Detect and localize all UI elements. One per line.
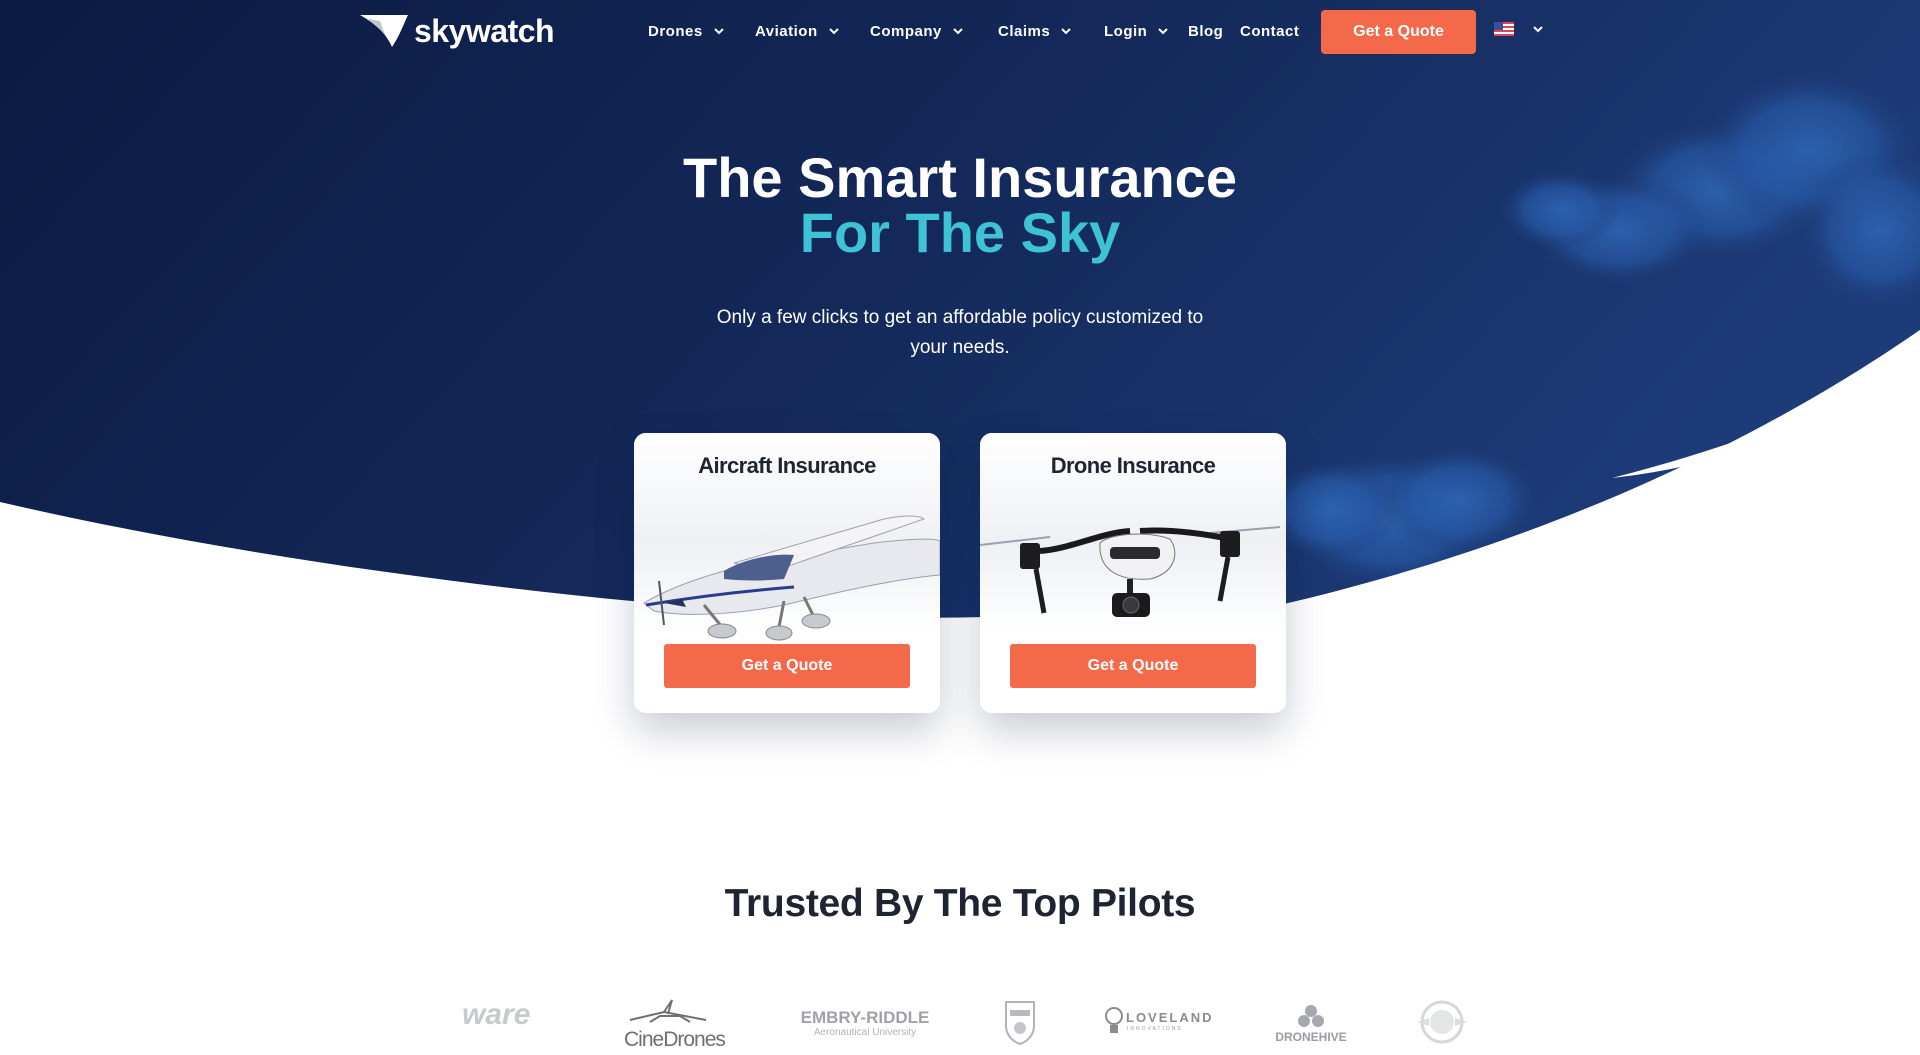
partner-logo-loveland: LOVELAND INNOVATIONS [1104, 1006, 1224, 1040]
hero-title-line1: The Smart Insurance [683, 146, 1237, 209]
skywatch-logo-icon [360, 15, 408, 47]
nav-contact[interactable]: Contact [1240, 20, 1299, 42]
partner-logo-embry-riddle: EMBRY-RIDDLE Aeronautical University [790, 1008, 940, 1038]
chevron-down-icon [1533, 26, 1543, 33]
card-title: Aircraft Insurance [698, 453, 876, 478]
chevron-down-icon [1061, 28, 1071, 35]
loveland-subtext: INNOVATIONS [1127, 1026, 1183, 1032]
drone-image [980, 526, 1281, 617]
nav-contact-label: Contact [1240, 22, 1300, 40]
nav-company-label: Company [870, 22, 942, 40]
nav-aviation[interactable]: Aviation [755, 20, 840, 42]
chevron-down-icon [1158, 28, 1169, 35]
aircraft-get-quote-button[interactable]: Get a Quote [664, 644, 910, 688]
nav-login-label: Login [1104, 22, 1148, 40]
dronehive-text: DRONEHIVE [1275, 1030, 1347, 1044]
skywatch-logo[interactable]: skywatch [360, 13, 555, 49]
chevron-down-icon [953, 28, 963, 35]
drone-insurance-card: Drone Insurance Get a Quote [980, 433, 1286, 713]
nav-claims-label: Claims [998, 22, 1051, 40]
embry-riddle-text: EMBRY-RIDDLE [800, 1008, 930, 1027]
chevron-down-icon [713, 28, 724, 35]
aircraft-insurance-card: Aircraft Insurance Get a Quote [634, 433, 940, 713]
nav-blog[interactable]: Blog [1188, 20, 1223, 42]
cinedrones-drone-icon [629, 999, 707, 1023]
chevron-down-icon [828, 28, 839, 35]
nav-blog-label: Blog [1188, 22, 1224, 40]
partner-logo-shield-badge [1005, 1001, 1035, 1046]
partner-logo-seal [1417, 1000, 1467, 1044]
language-selector[interactable] [1494, 22, 1544, 36]
partner-logos-strip: ware CineDrones EMBRY-RIDDLE Aeronautica… [0, 990, 1920, 1052]
airplane-image [643, 515, 940, 641]
trusted-heading: Trusted By The Top Pilots [724, 882, 1196, 925]
top-navigation: skywatch Drones Aviation Company Claims … [0, 0, 1920, 62]
nav-claims[interactable]: Claims [998, 20, 1072, 42]
embry-riddle-subtext: Aeronautical University [813, 1027, 917, 1038]
nav-company[interactable]: Company [870, 20, 964, 42]
logo-wordmark: skywatch [414, 13, 555, 49]
nav-drones[interactable]: Drones [648, 20, 725, 42]
loveland-bulb-icon [1105, 1007, 1123, 1033]
drone-get-quote-button[interactable]: Get a Quote [1010, 644, 1256, 688]
hero-title-line2: For The Sky [799, 201, 1121, 264]
cinedrones-text: CineDrones [624, 1028, 726, 1051]
card-title: Drone Insurance [1050, 453, 1216, 478]
partner-logo-dronehive: DRONEHIVE [1266, 1004, 1356, 1048]
hero-subtitle: Only a few clicks to get an affordable p… [716, 307, 1204, 358]
dronehive-hex-icon [1298, 1005, 1324, 1027]
nav-aviation-label: Aviation [755, 22, 818, 40]
us-flag-icon [1494, 22, 1514, 36]
partner-logo-ware: ware [462, 998, 531, 1031]
loveland-text: LOVELAND [1126, 1010, 1214, 1025]
partner-logo-cinedrones: CineDrones [620, 998, 726, 1052]
nav-get-quote-button[interactable]: Get a Quote [1321, 10, 1476, 54]
nav-drones-label: Drones [648, 22, 703, 40]
nav-login[interactable]: Login [1104, 20, 1169, 42]
